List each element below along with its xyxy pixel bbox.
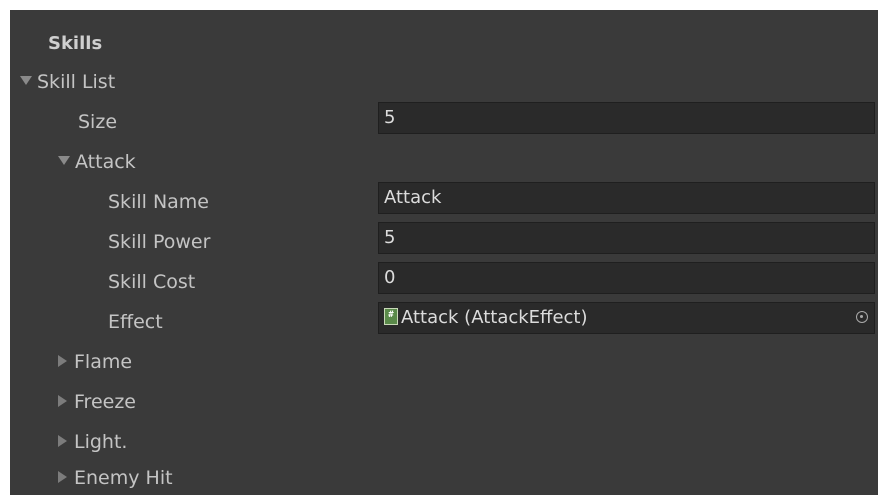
light-foldout[interactable]: Light. <box>56 422 127 462</box>
flame-foldout[interactable]: Flame <box>56 342 132 382</box>
skill-power-label: Skill Power <box>108 231 211 253</box>
object-picker-icon[interactable] <box>856 311 868 323</box>
triangle-down-icon[interactable] <box>58 156 70 165</box>
attack-label: Attack <box>75 151 136 173</box>
attack-foldout[interactable]: Attack <box>58 142 136 182</box>
size-label: Size <box>78 111 118 133</box>
inspector-panel: Skills Skill List Size 5 Attack Skill Na… <box>10 10 878 495</box>
skill-list-label: Skill List <box>37 71 116 93</box>
light-label: Light. <box>74 431 128 453</box>
skill-name-label: Skill Name <box>108 191 209 213</box>
triangle-right-icon[interactable] <box>58 394 67 407</box>
skill-power-field[interactable]: 5 <box>378 222 875 254</box>
effect-label: Effect <box>108 311 163 333</box>
skill-cost-field[interactable]: 0 <box>378 262 875 294</box>
enemy-hit-label: Enemy Hit <box>74 467 173 489</box>
triangle-right-icon[interactable] <box>58 470 67 483</box>
script-icon: # <box>384 307 398 325</box>
effect-value: Attack (AttackEffect) <box>401 307 588 328</box>
triangle-down-icon[interactable] <box>20 76 32 85</box>
section-header: Skills <box>48 33 103 54</box>
triangle-right-icon[interactable] <box>58 434 67 447</box>
triangle-right-icon[interactable] <box>58 354 67 367</box>
effect-object-field[interactable]: # Attack (AttackEffect) <box>378 302 875 334</box>
skill-name-field[interactable]: Attack <box>378 182 875 214</box>
skill-list-foldout[interactable]: Skill List <box>20 62 115 102</box>
skill-cost-label: Skill Cost <box>108 271 196 293</box>
enemy-hit-foldout[interactable]: Enemy Hit <box>56 458 173 498</box>
size-field[interactable]: 5 <box>378 102 875 134</box>
freeze-label: Freeze <box>74 391 136 413</box>
freeze-foldout[interactable]: Freeze <box>56 382 136 422</box>
flame-label: Flame <box>74 351 133 373</box>
